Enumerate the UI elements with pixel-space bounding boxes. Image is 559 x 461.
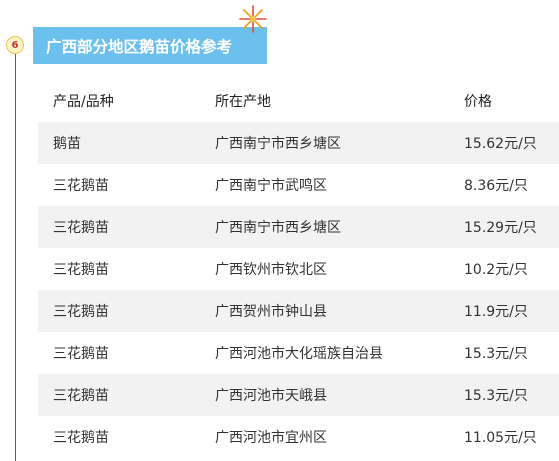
cell-price: 15.3元/只 — [464, 346, 528, 362]
table-row: 三花鹅苗 广西河池市宜州区 11.05元/只 — [38, 416, 559, 458]
cell-product: 三花鹅苗 — [53, 178, 109, 194]
table-row: 鹅苗 广西南宁市西乡塘区 15.62元/只 — [38, 122, 559, 164]
header-product: 产品/品种 — [53, 94, 114, 110]
cell-product: 三花鹅苗 — [38, 290, 215, 332]
cell-origin: 广西钦州市钦北区 — [215, 262, 327, 278]
table-row: 三花鹅苗 广西南宁市武鸣区 8.36元/只 — [38, 164, 559, 206]
cell-origin: 广西南宁市西乡塘区 — [215, 206, 464, 248]
section-title: 广西部分地区鹅苗价格参考 — [33, 27, 267, 64]
header-origin: 所在产地 — [215, 94, 271, 110]
cell-price: 8.36元/只 — [464, 178, 528, 194]
cell-price: 15.62元/只 — [464, 122, 559, 164]
cell-price: 10.2元/只 — [464, 262, 528, 278]
cell-origin: 广西南宁市武鸣区 — [215, 178, 327, 194]
cell-price: 11.9元/只 — [464, 290, 559, 332]
cell-product: 三花鹅苗 — [38, 206, 215, 248]
price-table: 产品/品种 所在产地 价格 鹅苗 广西南宁市西乡塘区 15.62元/只 三花鹅苗… — [38, 80, 559, 458]
cell-product: 三花鹅苗 — [53, 346, 109, 362]
step-number-badge: 6 — [6, 36, 24, 54]
table-row: 三花鹅苗 广西钦州市钦北区 10.2元/只 — [38, 248, 559, 290]
table-row: 三花鹅苗 广西河池市大化瑶族自治县 15.3元/只 — [38, 332, 559, 374]
cell-product: 三花鹅苗 — [53, 430, 109, 446]
table-row: 三花鹅苗 广西贺州市钟山县 11.9元/只 — [38, 290, 559, 332]
cell-price: 15.29元/只 — [464, 206, 559, 248]
firework-icon — [239, 5, 267, 33]
cell-origin: 广西贺州市钟山县 — [215, 290, 464, 332]
cell-product: 三花鹅苗 — [53, 262, 109, 278]
cell-origin: 广西河池市宜州区 — [215, 430, 327, 446]
table-row: 三花鹅苗 广西南宁市西乡塘区 15.29元/只 — [38, 206, 559, 248]
cell-origin: 广西河池市大化瑶族自治县 — [215, 346, 383, 362]
cell-origin: 广西河池市天峨县 — [215, 374, 464, 416]
header-price: 价格 — [464, 94, 492, 110]
cell-origin: 广西南宁市西乡塘区 — [215, 122, 464, 164]
timeline-line — [15, 52, 16, 461]
cell-price: 15.3元/只 — [464, 374, 559, 416]
table-header-row: 产品/品种 所在产地 价格 — [38, 80, 559, 122]
cell-product: 三花鹅苗 — [38, 374, 215, 416]
cell-product: 鹅苗 — [38, 122, 215, 164]
table-row: 三花鹅苗 广西河池市天峨县 15.3元/只 — [38, 374, 559, 416]
cell-price: 11.05元/只 — [464, 430, 537, 446]
